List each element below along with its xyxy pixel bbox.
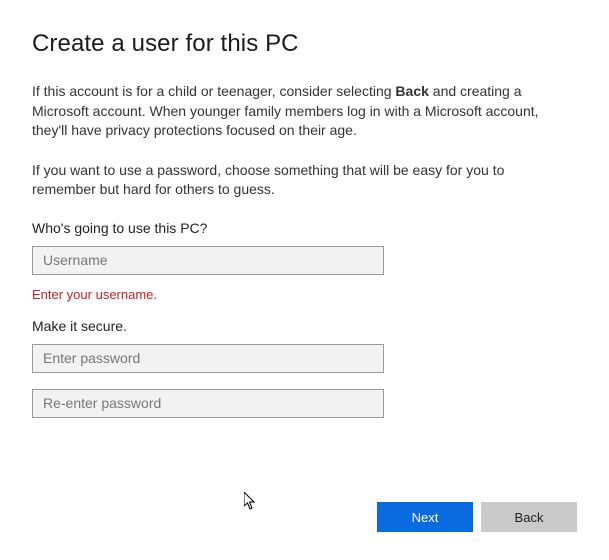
- next-button[interactable]: Next: [377, 502, 473, 532]
- page-title: Create a user for this PC: [32, 30, 577, 58]
- desc1-part-a: If this account is for a child or teenag…: [32, 83, 395, 99]
- button-bar: Next Back: [377, 502, 577, 532]
- confirm-password-input[interactable]: [32, 389, 384, 418]
- account-description-1: If this account is for a child or teenag…: [32, 82, 572, 141]
- back-button[interactable]: Back: [481, 502, 577, 532]
- password-section-label: Make it secure.: [32, 318, 577, 334]
- account-description-2: If you want to use a password, choose so…: [32, 161, 572, 200]
- username-error: Enter your username.: [32, 287, 577, 302]
- desc1-bold-back: Back: [395, 83, 428, 99]
- username-section-label: Who's going to use this PC?: [32, 220, 577, 236]
- username-input[interactable]: [32, 246, 384, 275]
- password-input[interactable]: [32, 344, 384, 373]
- cursor-icon: [244, 492, 260, 512]
